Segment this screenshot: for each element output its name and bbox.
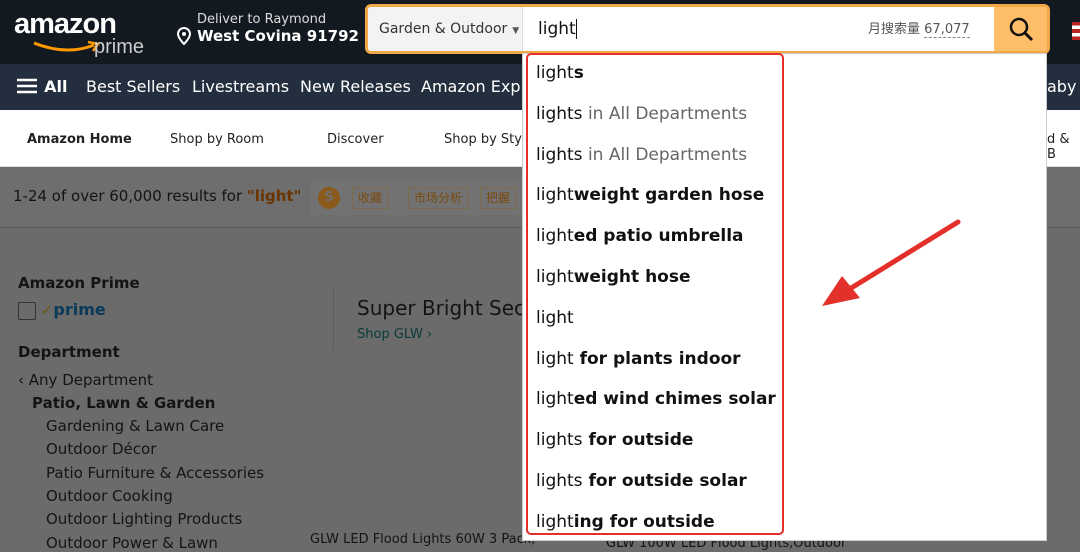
nav-all[interactable]: All <box>17 77 67 96</box>
results-count: 1-24 of over 60,000 results for "light" <box>13 187 302 205</box>
subnav-discover[interactable]: Discover <box>327 132 384 147</box>
market-analysis-button[interactable]: 市场分析 <box>408 187 469 209</box>
subnav-shop-by-style[interactable]: Shop by Styl <box>444 132 526 147</box>
department-link[interactable]: Outdoor Lighting Products <box>46 510 242 528</box>
subnav-amazon-home[interactable]: Amazon Home <box>27 132 132 147</box>
department-link[interactable]: Outdoor Power & Lawn <box>46 534 218 552</box>
tool-button[interactable]: 把握 <box>480 187 517 209</box>
suggestion-item[interactable]: lighting for outside <box>536 512 715 532</box>
suggestion-item[interactable]: lights for outside solar <box>536 471 747 491</box>
suggestion-item[interactable]: lights <box>536 63 584 83</box>
category-select[interactable]: Garden & Outdoor ▼ <box>368 7 523 51</box>
subnav-bed-bath[interactable]: d & B <box>1047 132 1080 162</box>
favorite-button[interactable]: 收藏 <box>352 187 389 209</box>
deliver-to[interactable]: Deliver to Raymond West Covina 91792 <box>176 12 359 46</box>
suggestion-item[interactable]: lights for outside <box>536 430 693 450</box>
caret-down-icon: ▼ <box>512 26 520 36</box>
nav-baby[interactable]: aby <box>1047 77 1076 96</box>
current-department: Patio, Lawn & Garden <box>32 394 216 412</box>
nav-amazon-explore[interactable]: Amazon Explo <box>421 77 535 96</box>
monthly-search-volume: 月搜索量 67,077 <box>868 22 970 38</box>
chevron-left-icon: ‹ <box>18 371 24 389</box>
search-bar: Garden & Outdoor ▼ light 月搜索量 67,077 <box>365 4 1050 54</box>
suggestion-item[interactable]: lights in All Departments <box>536 145 747 165</box>
divider <box>333 288 334 350</box>
suggestion-item[interactable]: light for plants indoor <box>536 349 741 369</box>
us-flag-icon[interactable] <box>1072 22 1080 40</box>
any-department-link[interactable]: ‹ Any Department <box>18 371 153 389</box>
suggestion-item[interactable]: lightweight garden hose <box>536 185 764 205</box>
text-cursor <box>575 19 577 39</box>
nav-best-sellers[interactable]: Best Sellers <box>86 77 180 96</box>
check-icon: ✓ <box>40 301 54 319</box>
department-link[interactable]: Outdoor Décor <box>46 440 156 458</box>
search-icon <box>1009 17 1033 42</box>
location-pin-icon <box>176 26 192 46</box>
product-title[interactable]: GLW LED Flood Lights 60W 3 Pack, <box>310 532 535 547</box>
suggestion-item[interactable]: lighted patio umbrella <box>536 226 744 246</box>
search-input[interactable]: light <box>538 7 577 51</box>
smile-arrow-icon <box>33 40 101 52</box>
extension-toolbar: S 收藏 市场分析 把握 <box>310 181 530 215</box>
department-link[interactable]: Gardening & Lawn Care <box>46 417 224 435</box>
nav-livestreams[interactable]: Livestreams <box>192 77 289 96</box>
amazon-prime-logo[interactable]: amazon prime <box>14 8 154 58</box>
prime-checkbox[interactable] <box>18 301 36 320</box>
department-heading: Department <box>18 343 120 361</box>
search-button[interactable] <box>994 7 1047 51</box>
extension-logo-icon[interactable]: S <box>318 187 340 209</box>
suggestion-item[interactable]: lighted wind chimes solar <box>536 389 776 409</box>
department-link[interactable]: Patio Furniture & Accessories <box>46 464 264 482</box>
annotation-highlight-box: lights lights in All Departments lights in… <box>526 53 784 535</box>
nav-new-releases[interactable]: New Releases <box>300 77 411 96</box>
hamburger-menu-icon <box>17 78 37 94</box>
suggestion-item[interactable]: lights in All Departments <box>536 104 747 124</box>
suggestion-item[interactable]: lightweight hose <box>536 267 691 287</box>
promo-title[interactable]: Super Bright Secu <box>357 296 538 320</box>
subnav-shop-by-room[interactable]: Shop by Room <box>170 132 264 147</box>
department-link[interactable]: Outdoor Cooking <box>46 487 173 505</box>
prime-filter[interactable]: ✓prime <box>18 300 106 320</box>
prime-heading: Amazon Prime <box>18 274 140 292</box>
shop-glw-link[interactable]: Shop GLW › <box>357 327 432 342</box>
suggestion-item[interactable]: light <box>536 308 574 328</box>
